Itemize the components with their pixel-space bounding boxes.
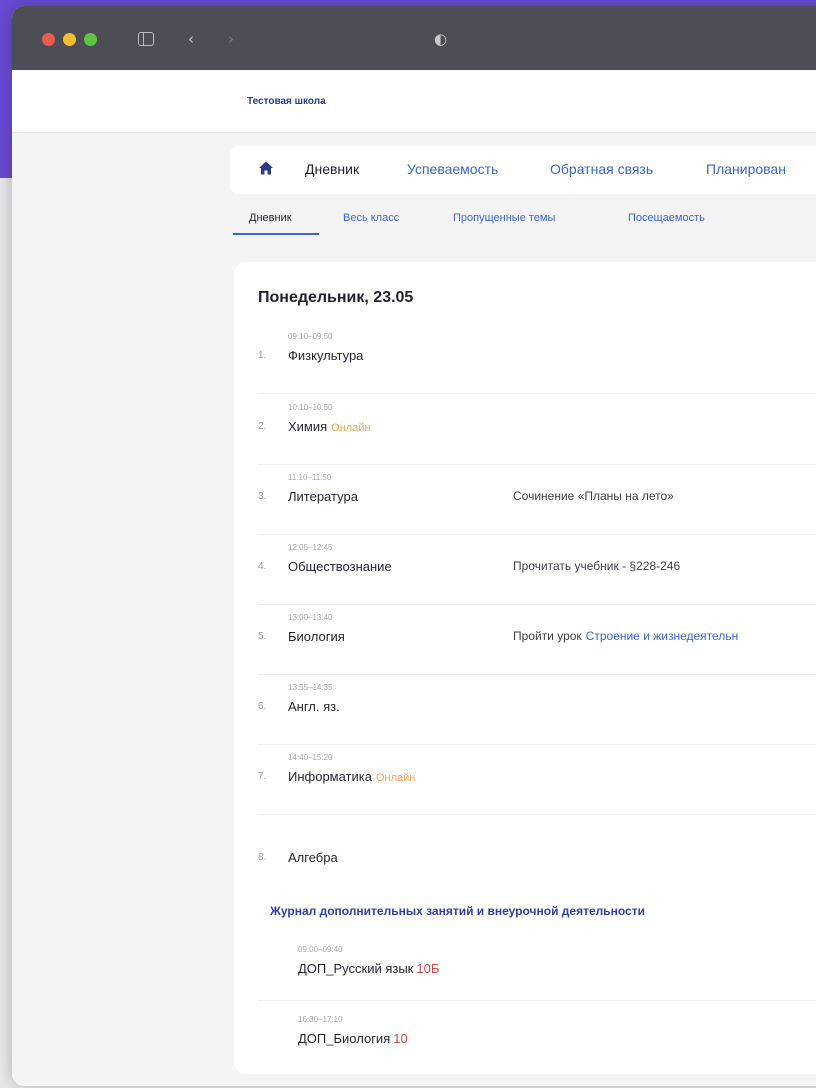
class-group: 10 (393, 1031, 408, 1046)
lesson-time: 09:10–09:50 (288, 332, 333, 341)
lesson-row[interactable]: 10:10–10:50 2. Химия Онлайн (258, 395, 816, 465)
nav-tab-feedback[interactable]: Обратная связь (550, 161, 653, 177)
lesson-subject: Обществознание (288, 559, 392, 574)
subtab-missed-topics[interactable]: Пропущенные темы (453, 212, 555, 224)
extra-lesson-row[interactable]: 09:00–09:40 ДОП_Русский язык 10Б (258, 937, 816, 1001)
lesson-row[interactable]: 09:10–09:50 1. Физкультура (258, 324, 816, 394)
main-navigation: Дневник Успеваемость Обратная связь План… (230, 146, 816, 194)
subject-name: ДОП_Русский язык (298, 961, 414, 976)
subtab-diary[interactable]: Дневник (249, 212, 292, 224)
home-icon[interactable] (258, 160, 274, 176)
lesson-time: 16:30–17:10 (298, 1015, 343, 1024)
sidebar-toggle-icon[interactable] (138, 32, 154, 46)
subtab-attendance[interactable]: Посещаемость (628, 212, 705, 224)
subject-name: Обществознание (288, 559, 392, 574)
lesson-subject: ДОП_Биология 10 (298, 1031, 408, 1046)
school-name-link[interactable]: Тестовая школа (247, 96, 326, 107)
homework-text: Прочитать учебник - §228-246 (513, 559, 681, 573)
nav-tab-planning[interactable]: Планирован (706, 161, 786, 177)
homework-text: Пройти урок Строение и жизнедеятельн (513, 629, 738, 643)
lesson-number: 4. (258, 561, 267, 572)
subject-name: Литература (288, 489, 358, 504)
active-tab-underline (233, 233, 319, 235)
lesson-row[interactable]: 11:10–11:50 3. Литература Сочинение «Пла… (258, 465, 816, 535)
diary-day-card: Понедельник, 23.05 09:10–09:50 1. Физкул… (234, 262, 816, 1074)
homework-lesson-link[interactable]: Строение и жизнедеятельн (586, 629, 739, 643)
subject-name: Алгебра (288, 850, 338, 865)
lesson-number: 1. (258, 350, 267, 361)
row-divider (258, 393, 816, 394)
lesson-time: 13:00–13:40 (288, 613, 333, 622)
class-group: 10Б (416, 961, 440, 976)
row-divider (258, 1000, 816, 1001)
school-header: Тестовая школа (12, 70, 816, 133)
subtab-whole-class[interactable]: Весь класс (343, 212, 399, 224)
maximize-window-button[interactable] (84, 33, 97, 46)
subject-name: Англ. яз. (288, 699, 340, 714)
lesson-row[interactable]: 14:40–15:20 7. Информатика Онлайн (258, 745, 816, 815)
lesson-number: 2. (258, 421, 267, 432)
lesson-row[interactable]: 13:00–13:40 5. Биология Пройти урок Строе… (258, 605, 816, 675)
homework-label: Пройти урок (513, 629, 582, 643)
close-window-button[interactable] (42, 33, 55, 46)
lesson-subject: ДОП_Русский язык 10Б (298, 961, 439, 976)
subject-name: Химия (288, 419, 328, 434)
lesson-subject: Информатика Онлайн (288, 769, 415, 784)
lesson-row[interactable]: 12:05–12:45 4. Обществознание Прочитать … (258, 535, 816, 605)
back-chevron-icon[interactable]: ‹ (188, 28, 194, 50)
lesson-time: 13:55–14:35 (288, 683, 333, 692)
online-badge: Онлайн (375, 772, 416, 784)
lesson-subject: Физкультура (288, 348, 363, 363)
subject-name: Информатика (288, 769, 372, 784)
subject-name: Биология (288, 629, 345, 644)
lesson-time: 10:10–10:50 (288, 403, 333, 412)
lesson-number: 3. (258, 491, 267, 502)
extra-lesson-row[interactable]: 16:30–17:10 ДОП_Биология 10 (258, 1007, 816, 1071)
lesson-subject: Англ. яз. (288, 699, 340, 714)
online-badge: Онлайн (331, 422, 371, 434)
homework-text: Сочинение «Планы на лето» (513, 489, 674, 503)
sub-navigation: Дневник Весь класс Пропущенные темы Посе… (233, 212, 816, 242)
lesson-subject: Химия Онлайн (288, 419, 371, 434)
lesson-subject: Алгебра (288, 850, 338, 865)
lesson-subject: Литература (288, 489, 358, 504)
lesson-time: 09:00–09:40 (298, 945, 343, 954)
lesson-number: 8. (258, 852, 267, 863)
nav-tab-performance[interactable]: Успеваемость (407, 161, 498, 177)
extra-activities-journal-link[interactable]: Журнал дополнительных занятий и внеурочн… (270, 904, 645, 918)
minimize-window-button[interactable] (63, 33, 76, 46)
lesson-number: 6. (258, 701, 267, 712)
lesson-number: 7. (258, 771, 267, 782)
forward-chevron-icon[interactable]: › (228, 28, 234, 50)
lesson-time: 12:05–12:45 (288, 543, 333, 552)
lesson-time: 11:10–11:50 (288, 473, 332, 482)
lesson-number: 5. (258, 631, 267, 642)
lesson-row[interactable]: 8. Алгебра (258, 815, 816, 885)
nav-tab-diary[interactable]: Дневник (305, 161, 359, 177)
lesson-subject: Биология (288, 629, 345, 644)
day-title: Понедельник, 23.05 (258, 289, 414, 306)
lesson-row[interactable]: 13:55–14:35 6. Англ. яз. (258, 675, 816, 745)
lesson-time: 14:40–15:20 (288, 753, 333, 762)
subject-name: ДОП_Биология (298, 1031, 391, 1046)
browser-titlebar: ‹ › ◐ (12, 6, 816, 70)
shield-icon[interactable]: ◐ (434, 28, 447, 50)
subject-name: Физкультура (288, 348, 364, 363)
